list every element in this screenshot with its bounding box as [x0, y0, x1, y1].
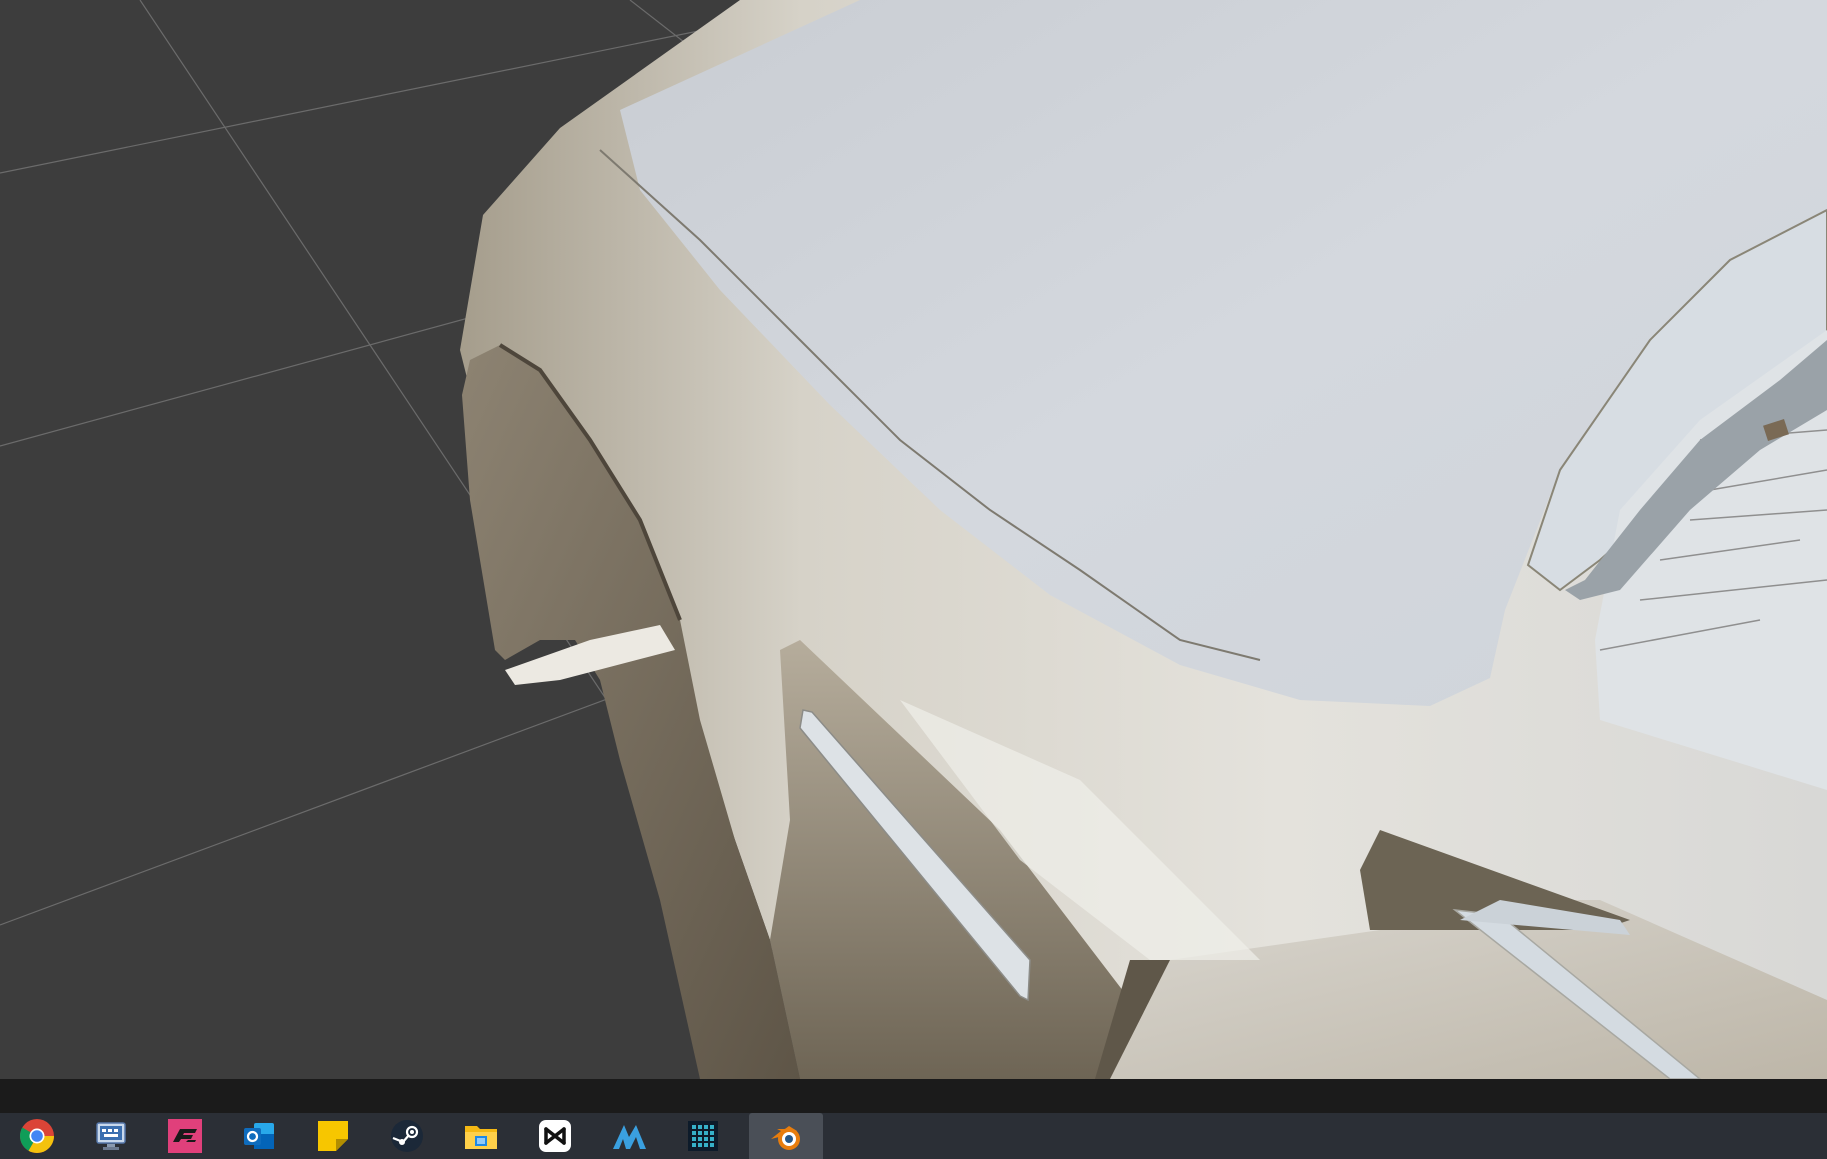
- forza-icon: [168, 1119, 202, 1153]
- outlook-icon: [244, 1123, 274, 1149]
- status-bar: [0, 1079, 1827, 1113]
- grid-app-icon: [688, 1121, 718, 1151]
- sticky-notes-icon: [318, 1121, 348, 1151]
- taskbar-capcut-button[interactable]: [518, 1113, 592, 1159]
- taskbar-outlook-button[interactable]: [222, 1113, 296, 1159]
- viewport-canvas[interactable]: [0, 0, 1827, 1079]
- capcut-icon: [539, 1120, 571, 1152]
- taskbar-m-app-button[interactable]: [592, 1113, 666, 1159]
- remote-desktop-icon: [96, 1122, 126, 1150]
- taskbar-grid-app-button[interactable]: [666, 1113, 740, 1159]
- m-app-icon: [613, 1125, 646, 1149]
- taskbar-chrome-button[interactable]: [0, 1113, 74, 1159]
- taskbar-file-explorer-button[interactable]: [444, 1113, 518, 1159]
- taskbar-sticky-notes-button[interactable]: [296, 1113, 370, 1159]
- steam-icon: [391, 1120, 423, 1152]
- file-explorer-icon: [465, 1126, 497, 1149]
- taskbar-steam-button[interactable]: [370, 1113, 444, 1159]
- blender-icon: [771, 1126, 800, 1150]
- chrome-icon: [20, 1119, 54, 1153]
- 3d-viewport[interactable]: [0, 0, 1827, 1079]
- car-body: [460, 0, 1827, 1079]
- windows-taskbar: [0, 1113, 1827, 1159]
- taskbar-forza-button[interactable]: [148, 1113, 222, 1159]
- taskbar-blender-button[interactable]: [749, 1113, 823, 1159]
- taskbar-remote-desktop-button[interactable]: [74, 1113, 148, 1159]
